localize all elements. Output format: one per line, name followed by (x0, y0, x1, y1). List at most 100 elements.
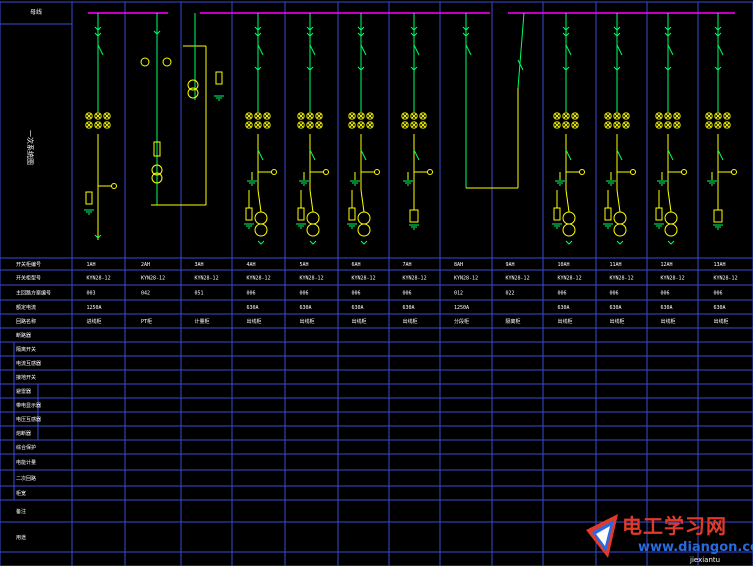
switch-blade (565, 44, 572, 56)
row-label: 断路器 (16, 332, 31, 339)
switch-blade (667, 149, 674, 161)
row-label: 开关柜型号 (16, 275, 41, 282)
top-left-label: 母线 (30, 8, 42, 16)
row-label: 电能计量 (16, 459, 36, 466)
watermark: 电工学习网 www.diangon.com jiexiantu (578, 508, 753, 566)
arrester-icon (553, 207, 561, 221)
switch-blade (465, 44, 472, 56)
cell-value: 出线柜 (403, 318, 418, 325)
arrester-icon (655, 207, 663, 221)
cell-value: 出线柜 (352, 318, 367, 325)
cell-value: 1250A (87, 305, 102, 311)
arrow-symbol (565, 240, 573, 245)
cell-value: 5AH (300, 262, 309, 268)
arrester-icon (245, 207, 253, 221)
cell-value: KYN28-12 (403, 276, 427, 282)
tie-circuit (462, 12, 525, 189)
diagram-label: 一次系统图 (26, 130, 35, 165)
cell-value: 2AH (141, 262, 150, 268)
switch-blade (616, 44, 623, 56)
cell-value: 006 (558, 291, 567, 297)
switch-blade (667, 44, 674, 56)
row-label: 柜宽 (16, 490, 26, 497)
row-label: 熔断器 (16, 430, 31, 437)
arrester-icon (713, 209, 723, 223)
cell-value: 042 (141, 291, 150, 297)
fuse-icon (215, 71, 223, 85)
switch-blade (413, 44, 420, 56)
row-label: 避雷器 (16, 388, 31, 395)
cell-value: 022 (506, 291, 515, 297)
transformer-icon (254, 211, 268, 225)
watermark-title: 电工学习网 (622, 514, 727, 538)
cell-value: KYN28-12 (141, 276, 165, 282)
arrester-icon (297, 207, 305, 221)
cell-value: KYN28-12 (454, 276, 478, 282)
row-label: 综合保护 (16, 444, 36, 451)
feeder-circuit (401, 13, 433, 230)
cell-value: 出线柜 (300, 318, 315, 325)
transformer-icon (613, 211, 627, 225)
feeder-circuits (84, 12, 737, 245)
cell-value: 630A (558, 305, 570, 311)
cell-value: 出线柜 (610, 318, 625, 325)
cell-value: 630A (714, 305, 726, 311)
watermark-url: www.diangon.com (638, 540, 753, 555)
indicator-icon (323, 169, 329, 175)
arrester-icon (409, 209, 419, 223)
cell-value: 630A (352, 305, 364, 311)
cell-value: 630A (247, 305, 259, 311)
cell-value: KYN28-12 (247, 276, 271, 282)
cell-value: 隔离柜 (506, 318, 521, 325)
indicator-icon (579, 169, 585, 175)
cell-value: 1250A (454, 305, 469, 311)
arrester-icon (348, 207, 356, 221)
indicator-icon (427, 169, 433, 175)
switch-blade (309, 44, 316, 56)
indicator-icon (111, 183, 117, 189)
watermark-small: jiexiantu (690, 556, 721, 564)
cell-value: 出线柜 (661, 318, 676, 325)
switch-blade (360, 149, 367, 161)
cell-value: 8AH (454, 262, 463, 268)
switch-blade (616, 149, 623, 161)
row-label: 隔离开关 (16, 346, 36, 353)
cell-value: 6AH (352, 262, 361, 268)
switch-blade (565, 149, 572, 161)
arrow-symbol (257, 240, 265, 245)
cell-value: 630A (661, 305, 673, 311)
cell-value: 630A (300, 305, 312, 311)
transformer-icon (664, 211, 678, 225)
cell-value: 10AH (558, 262, 570, 268)
transformer-icon (562, 211, 576, 225)
cell-value: 006 (714, 291, 723, 297)
cell-value: KYN28-12 (87, 276, 111, 282)
cell-value: 分段柜 (454, 318, 469, 325)
indicator-icon (140, 57, 150, 67)
cell-value: KYN28-12 (610, 276, 634, 282)
cell-value: 7AH (403, 262, 412, 268)
row-label: 接地开关 (16, 374, 36, 381)
cell-value: PT柜 (141, 318, 152, 325)
single-line-diagram: 开关柜编号开关柜型号主回路方案编号额定电流回路名称断路器隔离开关电流互感器接地开… (0, 1, 753, 566)
transformer-icon (306, 211, 320, 225)
switch-blade (413, 149, 420, 161)
table-grid (0, 1, 753, 566)
indicator-icon (271, 169, 277, 175)
cell-value: 006 (610, 291, 619, 297)
switch-blade (257, 149, 264, 161)
switch-blade (309, 149, 316, 161)
row-label: 额定电流 (16, 304, 36, 311)
switch-blade (360, 44, 367, 56)
indicator-icon (374, 169, 380, 175)
feeder-circuit (296, 13, 329, 245)
incoming-circuit (84, 13, 117, 240)
switch-blade (717, 149, 724, 161)
cell-value: 出线柜 (247, 318, 262, 325)
cell-value: 630A (403, 305, 415, 311)
indicator-icon (630, 169, 636, 175)
cell-value: 12AH (661, 262, 673, 268)
arrow-symbol (360, 240, 368, 245)
row-label: 电压互感器 (16, 416, 41, 423)
cell-value: KYN28-12 (558, 276, 582, 282)
